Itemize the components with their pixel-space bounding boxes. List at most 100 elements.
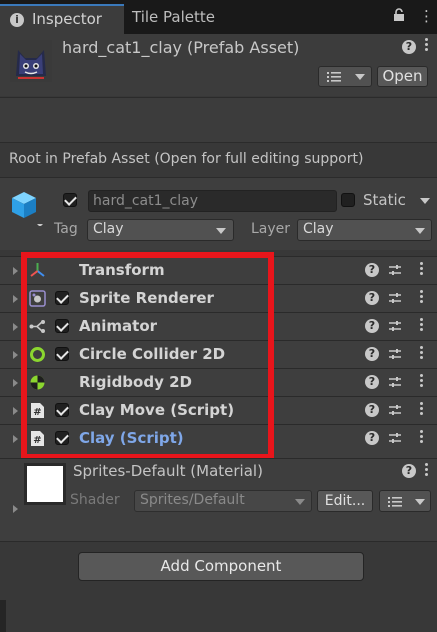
kebab-menu-icon[interactable] [420, 430, 424, 445]
help-icon[interactable]: ? [365, 431, 379, 445]
component-rigidbody-2d[interactable]: Rigidbody 2D ? [0, 368, 437, 396]
svg-text:#: # [33, 435, 41, 446]
component-enabled-checkbox[interactable] [55, 431, 69, 445]
shader-value: Sprites/Default [140, 492, 245, 508]
static-checkbox[interactable] [341, 193, 355, 207]
material-section: Sprites-Default (Material) ? Shader Spri… [0, 458, 437, 541]
help-icon[interactable]: ? [365, 403, 379, 417]
tag-dropdown[interactable]: Clay [87, 219, 234, 241]
gameobject-cube-icon[interactable] [10, 190, 44, 230]
material-preview-swatch[interactable] [24, 463, 66, 505]
kebab-menu-icon[interactable] [420, 290, 424, 305]
list-icon [327, 72, 341, 82]
component-name: Animator [79, 317, 158, 335]
foldout-arrow-icon[interactable] [13, 267, 18, 275]
foldout-arrow-icon[interactable] [13, 505, 18, 513]
chevron-down-icon [355, 74, 365, 80]
lock-icon[interactable] [393, 8, 405, 26]
help-icon[interactable]: ? [402, 464, 416, 478]
tab-inspector[interactable]: i Inspector [0, 4, 124, 34]
list-dropdown[interactable] [318, 66, 372, 87]
foldout-arrow-icon[interactable] [13, 351, 18, 359]
tag-value: Clay [93, 221, 124, 237]
help-icon[interactable]: ? [402, 40, 416, 54]
layer-value: Clay [303, 221, 334, 237]
component-enabled-checkbox[interactable] [55, 403, 69, 417]
divider [0, 541, 437, 542]
preset-icon[interactable] [388, 403, 402, 417]
chevron-down-icon [216, 228, 226, 234]
help-icon[interactable]: ? [365, 375, 379, 389]
component-clay-script[interactable]: # Clay (Script) ? [0, 424, 437, 458]
blank-band [0, 97, 437, 142]
animator-icon [29, 320, 45, 333]
component-enabled-checkbox[interactable] [55, 347, 69, 361]
preset-icon[interactable] [388, 291, 402, 305]
kebab-menu-icon[interactable] [420, 262, 424, 277]
gameobject-header: hard_cat1_clay Static Tag Clay Layer Cla… [0, 177, 437, 250]
svg-text:#: # [33, 407, 41, 418]
help-icon[interactable]: ? [365, 347, 379, 361]
shader-dropdown[interactable]: Sprites/Default [134, 490, 312, 512]
asset-title: hard_cat1_clay (Prefab Asset) [62, 38, 300, 57]
root-notice-band: Root in Prefab Asset (Open for full edit… [0, 142, 437, 177]
component-name: Sprite Renderer [79, 289, 214, 307]
window-edge [0, 600, 6, 632]
component-name: Circle Collider 2D [79, 345, 226, 363]
script-icon: # [31, 431, 44, 446]
help-icon[interactable]: ? [365, 263, 379, 277]
kebab-menu-icon[interactable] [425, 463, 429, 478]
preset-icon[interactable] [388, 263, 402, 277]
gameobject-name-field[interactable]: hard_cat1_clay [88, 190, 337, 212]
prefab-thumbnail [10, 40, 52, 82]
edit-shader-button[interactable]: Edit... [317, 490, 373, 512]
tab-menu-icon[interactable]: ⋮ [419, 7, 434, 25]
component-clay-move-script[interactable]: # Clay Move (Script) ? [0, 396, 437, 424]
component-name: Transform [79, 261, 165, 279]
kebab-menu-icon[interactable] [420, 318, 424, 333]
chevron-down-icon [415, 228, 425, 234]
transform-icon [30, 263, 45, 277]
list-dropdown[interactable] [379, 490, 431, 512]
component-animator[interactable]: Animator ? [0, 312, 437, 340]
layer-dropdown[interactable]: Clay [297, 219, 432, 241]
component-circle-collider-2d[interactable]: Circle Collider 2D ? [0, 340, 437, 368]
component-enabled-checkbox[interactable] [55, 291, 69, 305]
preset-icon[interactable] [388, 347, 402, 361]
tag-label: Tag [54, 221, 78, 237]
tab-inspector-label: Inspector [32, 10, 102, 28]
foldout-arrow-icon[interactable] [13, 323, 18, 331]
info-icon: i [10, 13, 24, 27]
component-name: Clay Move (Script) [79, 401, 235, 419]
kebab-menu-icon[interactable] [420, 346, 424, 361]
sprite-renderer-icon [29, 290, 46, 307]
preset-icon[interactable] [388, 319, 402, 333]
component-name: Rigidbody 2D [79, 373, 192, 391]
help-icon[interactable]: ? [365, 319, 379, 333]
component-enabled-checkbox[interactable] [55, 319, 69, 333]
open-button[interactable]: Open [377, 66, 428, 87]
gameobject-active-checkbox[interactable] [63, 193, 77, 207]
tab-tile-palette[interactable]: Tile Palette [132, 8, 215, 26]
foldout-arrow-icon[interactable] [13, 379, 18, 387]
script-icon: # [31, 403, 44, 418]
chevron-down-icon [415, 499, 425, 505]
add-component-button[interactable]: Add Component [78, 552, 364, 581]
foldout-arrow-icon[interactable] [13, 295, 18, 303]
foldout-arrow-icon[interactable] [13, 407, 18, 415]
kebab-menu-icon[interactable] [420, 374, 424, 389]
material-name: Sprites-Default (Material) [73, 462, 263, 480]
kebab-menu-icon[interactable] [425, 38, 429, 53]
shader-label: Shader [70, 492, 120, 508]
preset-icon[interactable] [388, 375, 402, 389]
component-sprite-renderer[interactable]: Sprite Renderer ? [0, 284, 437, 312]
preset-icon[interactable] [388, 431, 402, 445]
static-dropdown-icon[interactable] [420, 198, 430, 204]
component-transform[interactable]: Transform ? [0, 256, 437, 284]
circle-collider-icon [30, 347, 45, 362]
inspector-header: hard_cat1_clay (Prefab Asset) ? Open [0, 34, 437, 96]
kebab-menu-icon[interactable] [420, 402, 424, 417]
help-icon[interactable]: ? [365, 291, 379, 305]
foldout-arrow-icon[interactable] [13, 435, 18, 443]
static-label: Static [363, 191, 406, 209]
